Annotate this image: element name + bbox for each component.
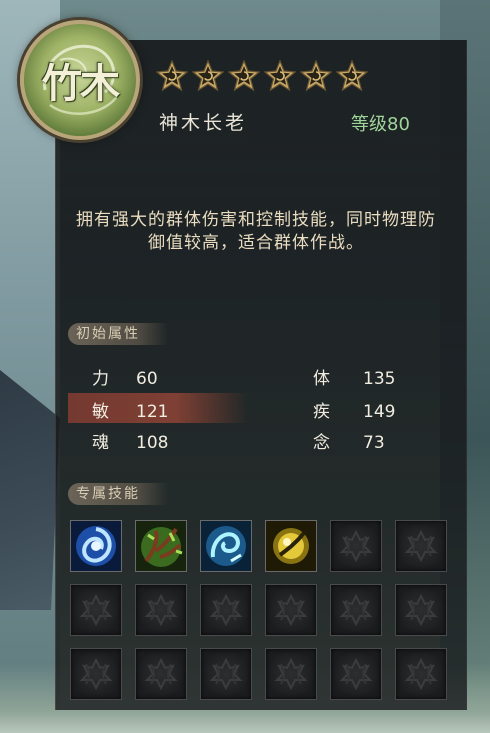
star-rating: [156, 60, 368, 92]
skill-slot[interactable]: [200, 520, 252, 572]
star-icon: [336, 60, 368, 92]
empty-slot-icon: [404, 529, 438, 563]
empty-skill-slot[interactable]: [135, 584, 187, 636]
attribute-key: 疾: [313, 402, 330, 422]
empty-skill-slot[interactable]: [200, 648, 252, 700]
skill-slot[interactable]: [70, 520, 122, 572]
attribute-value: 108: [136, 433, 169, 453]
character-description: 拥有强大的群体伤害和控制技能，同时物理防御值较高，适合群体作战。: [76, 210, 436, 253]
empty-skill-slot[interactable]: [330, 520, 382, 572]
empty-skill-slot[interactable]: [265, 648, 317, 700]
empty-skill-slot[interactable]: [395, 520, 447, 572]
empty-slot-icon: [209, 657, 243, 691]
empty-skill-slot[interactable]: [395, 584, 447, 636]
star-icon: [192, 60, 224, 92]
attribute-constitution: 体 135: [313, 364, 395, 389]
attribute-key: 敏: [92, 402, 109, 422]
character-name: 神木长老: [159, 112, 248, 134]
cyan-whirl-icon: [201, 521, 251, 571]
attribute-value: 135: [363, 369, 396, 389]
attribute-value: 149: [363, 402, 396, 422]
attribute-key: 魂: [92, 433, 109, 453]
attribute-key: 体: [313, 369, 330, 389]
empty-skill-slot[interactable]: [70, 584, 122, 636]
empty-skill-slot[interactable]: [200, 584, 252, 636]
empty-skill-slot[interactable]: [330, 648, 382, 700]
empty-slot-icon: [339, 657, 373, 691]
attribute-value: 60: [136, 369, 158, 389]
star-icon: [300, 60, 332, 92]
blue-vortex-icon: [71, 521, 121, 571]
attribute-strength: 力 60: [92, 364, 158, 389]
empty-slot-icon: [339, 593, 373, 627]
class-emblem: 竹木: [20, 20, 140, 140]
empty-slot-icon: [274, 657, 308, 691]
empty-slot-icon: [144, 593, 178, 627]
empty-skill-slot[interactable]: [265, 584, 317, 636]
empty-slot-icon: [404, 657, 438, 691]
green-vine-icon: [136, 521, 186, 571]
attribute-mind: 念 73: [313, 428, 385, 453]
empty-slot-icon: [209, 593, 243, 627]
attribute-speed: 疾 149: [313, 397, 395, 422]
empty-skill-slot[interactable]: [395, 648, 447, 700]
empty-skill-slot[interactable]: [135, 648, 187, 700]
empty-slot-icon: [274, 593, 308, 627]
attribute-key: 力: [92, 369, 109, 389]
character-level: 等级80: [351, 114, 410, 135]
empty-slot-icon: [404, 593, 438, 627]
empty-skill-slot[interactable]: [70, 648, 122, 700]
attribute-agility: 敏 121: [92, 397, 168, 422]
star-icon: [228, 60, 260, 92]
skill-grid: [70, 520, 447, 700]
golden-orb-icon: [266, 521, 316, 571]
skill-slot[interactable]: [265, 520, 317, 572]
star-icon: [156, 60, 188, 92]
empty-skill-slot[interactable]: [330, 584, 382, 636]
attribute-soul: 魂 108: [92, 428, 168, 453]
section-label-skills: 专属技能: [68, 483, 168, 505]
section-label-attributes: 初始属性: [68, 323, 168, 345]
star-icon: [264, 60, 296, 92]
attribute-value: 73: [363, 433, 385, 453]
empty-slot-icon: [339, 529, 373, 563]
emblem-text: 竹木: [42, 60, 120, 107]
empty-slot-icon: [144, 657, 178, 691]
attribute-value: 121: [136, 402, 169, 422]
empty-slot-icon: [79, 593, 113, 627]
skill-slot[interactable]: [135, 520, 187, 572]
attribute-key: 念: [313, 433, 330, 453]
empty-slot-icon: [79, 657, 113, 691]
